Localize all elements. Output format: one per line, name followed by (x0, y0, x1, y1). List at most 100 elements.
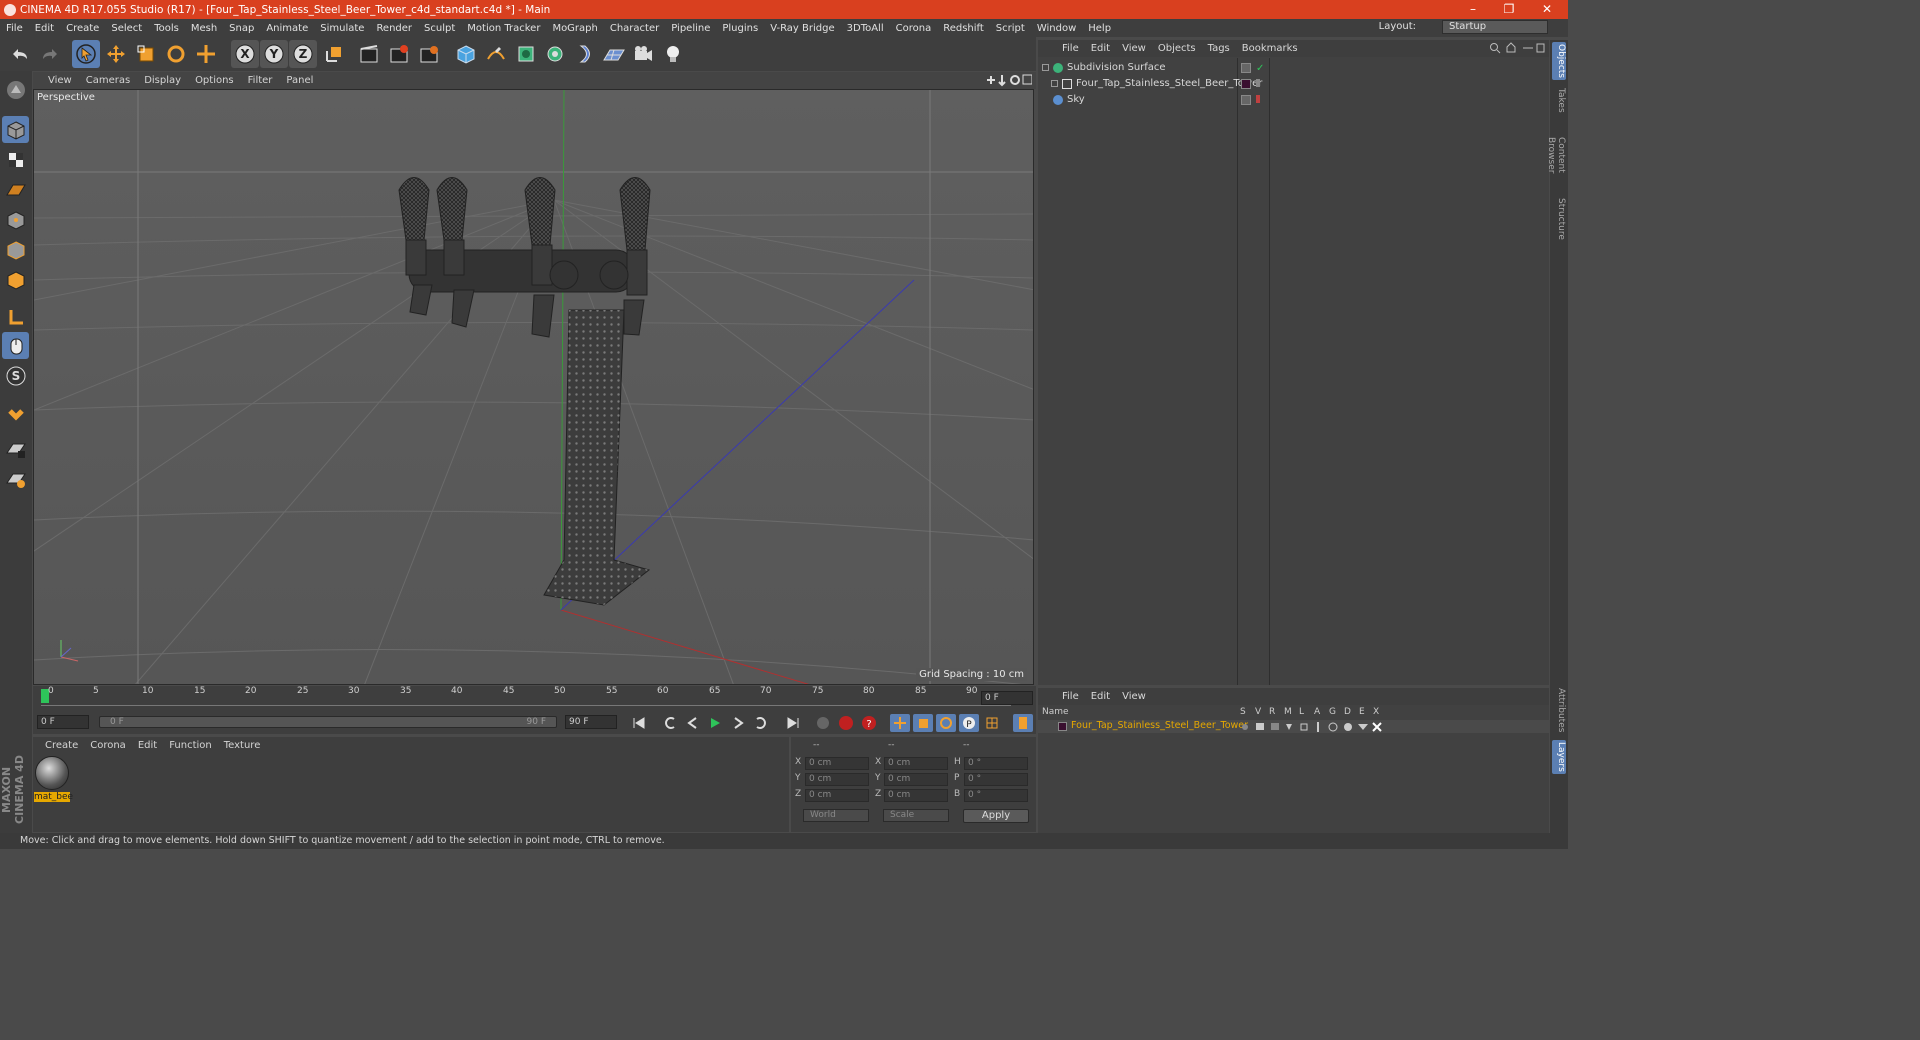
key-position-button[interactable] (890, 714, 910, 732)
menu-file[interactable]: File (0, 23, 29, 34)
goto-prev-key-button[interactable] (660, 714, 680, 732)
edges-mode-button[interactable] (2, 236, 29, 263)
menu-redshift[interactable]: Redshift (937, 23, 990, 34)
tweak-mode-button[interactable] (2, 332, 29, 359)
expand-toggle-icon[interactable] (1042, 64, 1049, 71)
material-menu-create[interactable]: Create (39, 740, 84, 751)
model-mode-button[interactable] (2, 116, 29, 143)
material-preview-sphere[interactable] (35, 756, 69, 790)
tab-content-browser[interactable]: Content Browser (1546, 120, 1566, 190)
material-menu-function[interactable]: Function (163, 740, 218, 751)
layout-dropdown[interactable]: Startup (1442, 20, 1548, 34)
enabled-check-icon[interactable]: ✓ (1256, 61, 1264, 77)
viewport-menu-view[interactable]: View (41, 75, 79, 86)
magnet-button[interactable] (2, 400, 29, 427)
layer-swatch-icon[interactable] (1241, 79, 1251, 89)
close-button[interactable]: ✕ (1530, 0, 1564, 19)
play-button[interactable] (705, 714, 725, 732)
rotation-p-field[interactable]: 0 ° (964, 773, 1028, 786)
goto-end-button[interactable] (783, 714, 803, 732)
prev-frame-button[interactable] (683, 714, 703, 732)
tab-structure[interactable]: Structure (1552, 198, 1566, 240)
timeline-window-button[interactable] (1013, 714, 1033, 732)
goto-next-key-button[interactable] (751, 714, 771, 732)
move-tool-button[interactable] (102, 40, 130, 68)
layer-menu-file[interactable]: File (1056, 691, 1085, 702)
light-button[interactable] (659, 40, 687, 68)
menu-create[interactable]: Create (60, 23, 105, 34)
spline-pen-button[interactable] (482, 40, 510, 68)
y-axis-lock-button[interactable]: Y (260, 40, 288, 68)
undo-button[interactable] (6, 40, 34, 68)
camera-button[interactable] (629, 40, 657, 68)
layer-menu-edit[interactable]: Edit (1085, 691, 1116, 702)
viewport-menu-panel[interactable]: Panel (279, 75, 320, 86)
menu-script[interactable]: Script (990, 23, 1031, 34)
axis-mode-button[interactable] (2, 303, 29, 330)
menu-tools[interactable]: Tools (148, 23, 185, 34)
menu-edit[interactable]: Edit (29, 23, 60, 34)
position-x-field[interactable]: 0 cm (805, 757, 869, 770)
texture-mode-button[interactable] (2, 146, 29, 173)
tab-attributes[interactable]: Attributes (1552, 685, 1566, 735)
x-axis-lock-button[interactable]: X (231, 40, 259, 68)
make-editable-button[interactable] (2, 76, 29, 103)
timeline-track[interactable]: 0 5 10 15 20 25 30 35 40 45 50 55 60 65 … (41, 686, 1011, 706)
cube-primitive-button[interactable] (452, 40, 480, 68)
timeline-ruler[interactable]: 0 5 10 15 20 25 30 35 40 45 50 55 60 65 … (33, 686, 1036, 712)
material-menu-corona[interactable]: Corona (84, 740, 132, 751)
layer-menu-view[interactable]: View (1116, 691, 1152, 702)
material-name-label[interactable]: mat_bee (34, 792, 73, 802)
snap-button[interactable]: S (2, 362, 29, 389)
layer-swatch-icon[interactable] (1241, 63, 1251, 73)
layer-swatch-icon[interactable] (1241, 95, 1251, 105)
menu-motion-tracker[interactable]: Motion Tracker (461, 23, 546, 34)
object-row-subdivision[interactable]: Subdivision Surface ✓ (1038, 60, 1549, 76)
grid-lock-button[interactable] (2, 436, 29, 463)
menu-plugins[interactable]: Plugins (716, 23, 764, 34)
viewport-menu-cameras[interactable]: Cameras (79, 75, 137, 86)
object-menu-edit[interactable]: Edit (1085, 43, 1116, 54)
expand-toggle-icon[interactable] (1051, 80, 1058, 87)
menu-animate[interactable]: Animate (260, 23, 314, 34)
current-frame-field[interactable]: 0 F (981, 691, 1033, 705)
layer-row[interactable]: Four_Tap_Stainless_Steel_Beer_Tower (1038, 720, 1549, 733)
layer-toggle-icons[interactable] (1240, 721, 1390, 733)
layer-color-swatch[interactable] (1058, 722, 1067, 731)
layer-name[interactable]: Four_Tap_Stainless_Steel_Beer_Tower (1071, 720, 1248, 731)
tab-objects[interactable]: Objects (1552, 42, 1566, 80)
goto-start-button[interactable] (629, 714, 649, 732)
object-manager-tools[interactable] (1489, 42, 1545, 54)
menu-mograph[interactable]: MoGraph (546, 23, 603, 34)
planar-grid-button[interactable] (2, 466, 29, 493)
visibility-dots-icon[interactable] (1256, 79, 1260, 87)
viewport-menu-display[interactable]: Display (137, 75, 188, 86)
material-menu-texture[interactable]: Texture (218, 740, 267, 751)
size-x-field[interactable]: 0 cm (884, 757, 948, 770)
live-selection-button[interactable] (72, 40, 100, 68)
rotation-h-field[interactable]: 0 ° (964, 757, 1028, 770)
render-view-button[interactable] (355, 40, 383, 68)
scale-tool-button[interactable] (132, 40, 160, 68)
size-mode-dropdown[interactable]: Scale (883, 809, 949, 822)
tab-layers[interactable]: Layers (1552, 740, 1566, 774)
menu-mesh[interactable]: Mesh (185, 23, 223, 34)
object-menu-view[interactable]: View (1116, 43, 1152, 54)
start-frame-field[interactable]: 0 F (37, 715, 89, 729)
menu-pipeline[interactable]: Pipeline (665, 23, 716, 34)
coordinate-system-button[interactable] (320, 40, 348, 68)
restore-button[interactable]: ❐ (1492, 0, 1526, 19)
key-scale-button[interactable] (913, 714, 933, 732)
end-frame-field[interactable]: 90 F (565, 715, 617, 729)
position-z-field[interactable]: 0 cm (805, 789, 869, 802)
object-row-beer-tower[interactable]: Four_Tap_Stainless_Steel_Beer_Tower (1038, 76, 1549, 92)
size-z-field[interactable]: 0 cm (884, 789, 948, 802)
minimize-button[interactable]: – (1456, 0, 1490, 19)
transform-tool-button[interactable] (192, 40, 220, 68)
viewport-menu-options[interactable]: Options (188, 75, 241, 86)
autokey-button[interactable] (836, 714, 856, 732)
next-frame-button[interactable] (728, 714, 748, 732)
frame-range-slider[interactable]: 0 F 90 F (99, 716, 557, 728)
render-picture-viewer-button[interactable] (385, 40, 413, 68)
keyframe-selection-button[interactable]: ? (859, 714, 879, 732)
